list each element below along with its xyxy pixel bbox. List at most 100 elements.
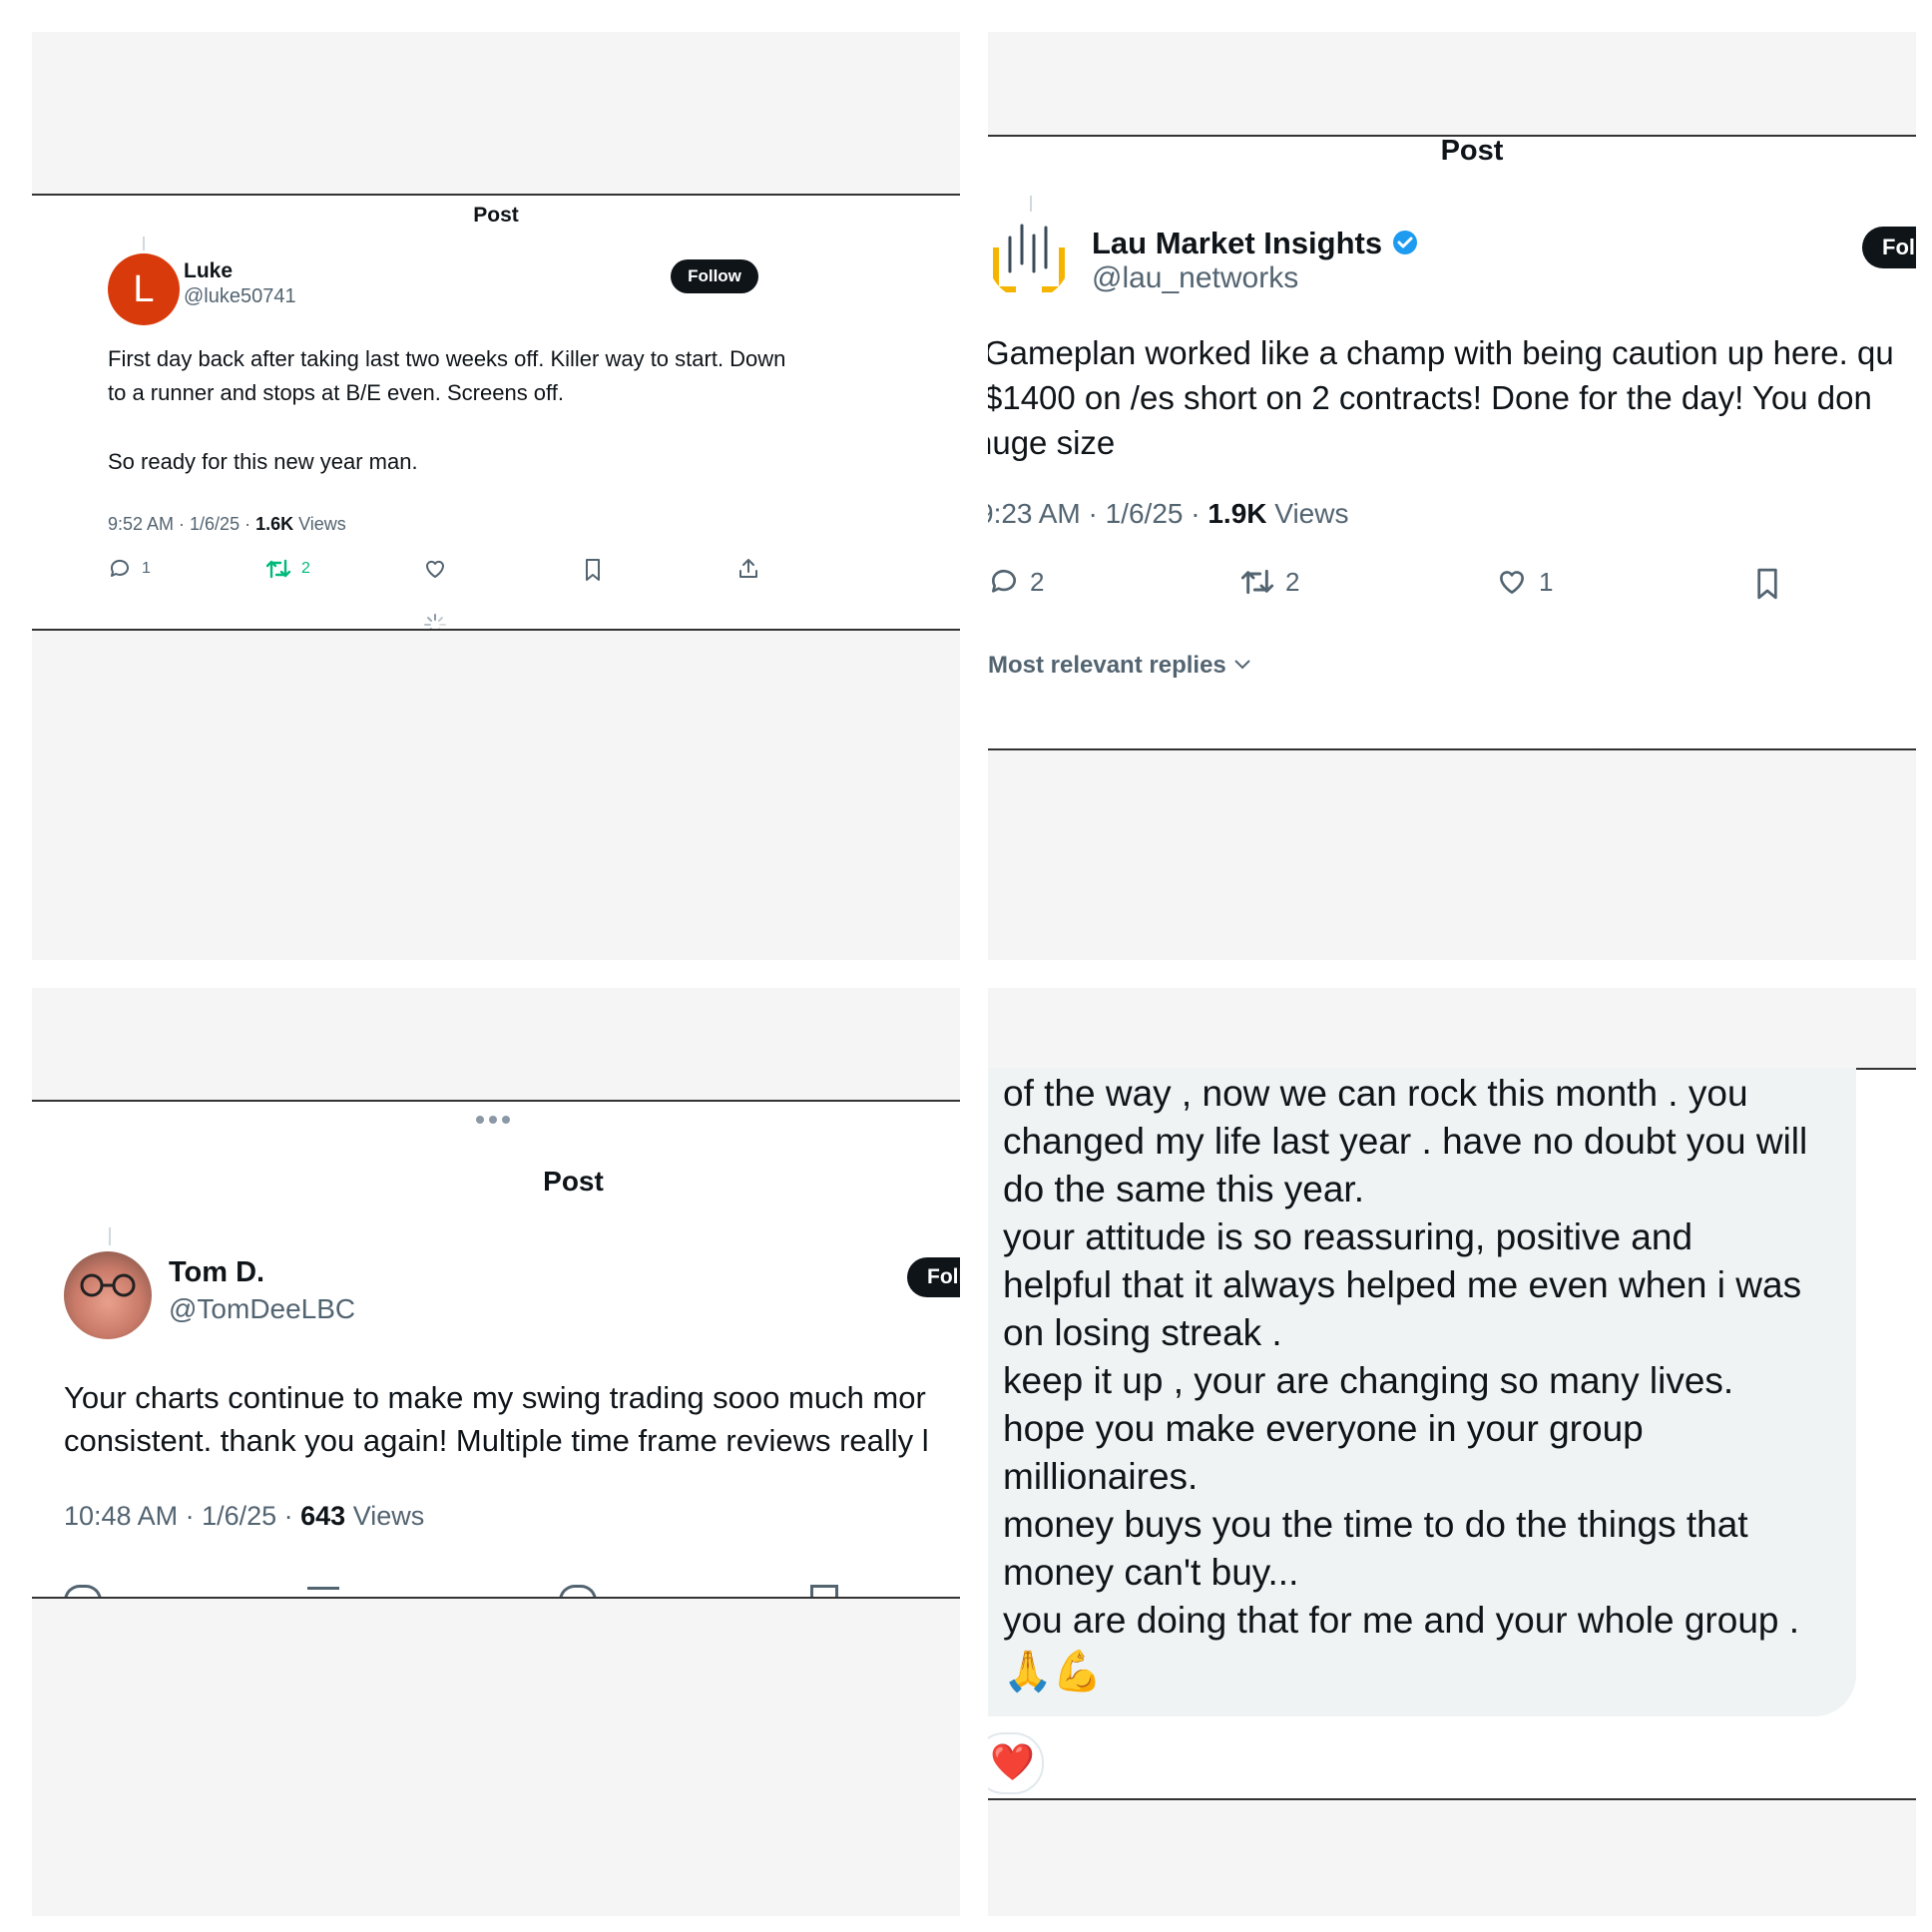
repost-icon: [1240, 569, 1274, 595]
crop-notch: [409, 194, 447, 196]
author-handle[interactable]: @luke50741: [184, 285, 296, 308]
chevron-down-icon: [1234, 660, 1251, 670]
message-line: money can't buy...: [1003, 1552, 1299, 1593]
message-line: of the way , now we can rock this month …: [1003, 1073, 1748, 1114]
bookmark-button[interactable]: [581, 557, 605, 583]
message-text: of the way , now we can rock this month …: [1003, 1070, 1851, 1698]
message-line: on losing streak .: [1003, 1312, 1282, 1353]
reply-icon: [110, 559, 129, 577]
screenshot-panel-lau: Post Lau Market Insights @lau_networks F…: [988, 32, 1916, 960]
views-label: Views: [293, 514, 346, 534]
author-name[interactable]: Lau Market Insights: [1092, 226, 1382, 260]
timestamp[interactable]: 9:23 AM · 1/6/25 ·: [988, 498, 1208, 529]
message-line: you are doing that for me and your whole…: [1003, 1600, 1800, 1641]
crop-notch: [1782, 1798, 1820, 1800]
thread-line: [1030, 196, 1032, 212]
message-line: hope you make everyone in your group: [1003, 1408, 1644, 1449]
reply-button[interactable]: 2: [988, 566, 1044, 598]
heart-icon: [1500, 571, 1524, 594]
share-button[interactable]: [736, 557, 760, 581]
views-label: Views: [1266, 498, 1349, 529]
bookmark-icon: [586, 559, 600, 581]
avatar[interactable]: [64, 1251, 152, 1339]
crop-line-top: [32, 1100, 960, 1102]
crop-notch: [409, 629, 447, 631]
reply-button[interactable]: 1: [108, 557, 151, 581]
chat-screen: of the way , now we can rock this month …: [988, 1068, 1916, 1800]
message-line: changed my life last year . have no doub…: [1003, 1121, 1808, 1162]
reply-icon: [991, 569, 1016, 593]
repost-count: 2: [1285, 566, 1300, 597]
glasses-icon: [80, 1273, 136, 1297]
post-text-line: consistent. thank you again! Multiple ti…: [64, 1423, 929, 1458]
post-text-line: Your charts continue to make my swing tr…: [64, 1380, 926, 1415]
author-handle[interactable]: @TomDeeLBC: [169, 1293, 355, 1325]
replies-sort-dropdown[interactable]: Most relevant replies: [988, 652, 1252, 680]
message-line: helpful that it always helped me even wh…: [1003, 1264, 1802, 1305]
post-meta: 9:23 AM · 1/6/25 · 1.9K Views: [988, 498, 1348, 530]
follow-button[interactable]: Follow: [671, 259, 758, 293]
post-text-line: First day back after taking last two wee…: [108, 346, 786, 371]
message-line: money buys you the time to do the things…: [1003, 1504, 1748, 1545]
crop-line-top: [32, 194, 960, 196]
share-icon: [739, 559, 757, 578]
author-name-row: Lau Market Insights: [1092, 226, 1419, 261]
message-line: your attitude is so reassuring, positive…: [1003, 1216, 1693, 1257]
author-name[interactable]: Luke: [184, 259, 233, 283]
crop-notch: [672, 1100, 710, 1102]
crop-notch: [1597, 748, 1635, 750]
views-count: 1.6K: [255, 514, 294, 534]
message-line: do the same this year.: [1003, 1169, 1364, 1209]
author-handle[interactable]: @lau_networks: [1092, 261, 1298, 295]
reply-count: 1: [142, 560, 151, 577]
avatar[interactable]: L: [108, 253, 180, 325]
red-heart-icon: ❤️: [990, 1741, 1035, 1782]
replies-sort-label: Most relevant replies: [988, 652, 1226, 679]
reply-count: 2: [1030, 566, 1045, 597]
crop-line-bottom: [988, 748, 1916, 750]
message-line: keep it up , your are changing so many l…: [1003, 1360, 1734, 1401]
thread-line: [143, 237, 145, 250]
repost-button[interactable]: 2: [265, 557, 310, 581]
screenshot-panel-tom: Post Tom D. @TomDeeLBC Foll Your charts …: [32, 988, 960, 1916]
avatar[interactable]: [988, 218, 1070, 299]
verified-badge-icon: [1392, 231, 1417, 254]
post-text-line: huge size: [988, 424, 1116, 461]
bookmark-icon: [1757, 568, 1777, 600]
author-name[interactable]: Tom D.: [169, 1256, 264, 1289]
timestamp[interactable]: 9:52 AM · 1/6/25 ·: [108, 514, 255, 534]
crop-line-bottom: [988, 1798, 1916, 1800]
follow-button[interactable]: Foll: [907, 1257, 960, 1297]
post-screen: Post Tom D. @TomDeeLBC Foll Your charts …: [32, 1100, 960, 1599]
post-screen: Post L Luke @luke50741 Follow First day …: [32, 194, 960, 631]
views-count: 643: [300, 1501, 346, 1531]
page-title: Post: [1440, 135, 1504, 167]
crop-notch: [672, 1597, 710, 1599]
timestamp[interactable]: 10:48 AM · 1/6/25 ·: [64, 1501, 300, 1531]
post-meta: 9:52 AM · 1/6/25 · 1.6K Views: [108, 514, 346, 535]
repost-button[interactable]: 2: [1239, 566, 1299, 598]
page-title: Post: [543, 1166, 604, 1197]
page-title: Post: [473, 204, 519, 227]
heart-reaction-pill[interactable]: ❤️: [988, 1732, 1044, 1794]
post-text-line: Gameplan worked like a champ with being …: [988, 334, 1894, 371]
like-button[interactable]: 1: [1495, 566, 1553, 598]
post-text-line: So ready for this new year man.: [108, 449, 418, 474]
crop-line-bottom: [32, 629, 960, 631]
repost-icon: [265, 559, 291, 579]
post-screen: Post Lau Market Insights @lau_networks F…: [988, 135, 1916, 750]
post-text-line: $1400 on /es short on 2 contracts! Done …: [988, 379, 1872, 416]
crop-line-bottom: [32, 1597, 960, 1599]
emoji-line: 🙏💪: [1003, 1650, 1103, 1693]
like-button[interactable]: [423, 557, 447, 581]
lau-logo-icon: [993, 224, 1065, 292]
more-dots-icon[interactable]: [473, 1112, 513, 1133]
views-count: 1.9K: [1208, 498, 1267, 529]
bookmark-button[interactable]: [1750, 566, 1784, 602]
follow-button[interactable]: Fol: [1862, 227, 1916, 268]
post-text-line: to a runner and stops at B/E even. Scree…: [108, 380, 564, 405]
repost-count: 2: [301, 560, 310, 577]
screenshot-panel-luke: Post L Luke @luke50741 Follow First day …: [32, 32, 960, 960]
thread-line: [109, 1227, 111, 1245]
avatar-initial: L: [133, 268, 155, 310]
